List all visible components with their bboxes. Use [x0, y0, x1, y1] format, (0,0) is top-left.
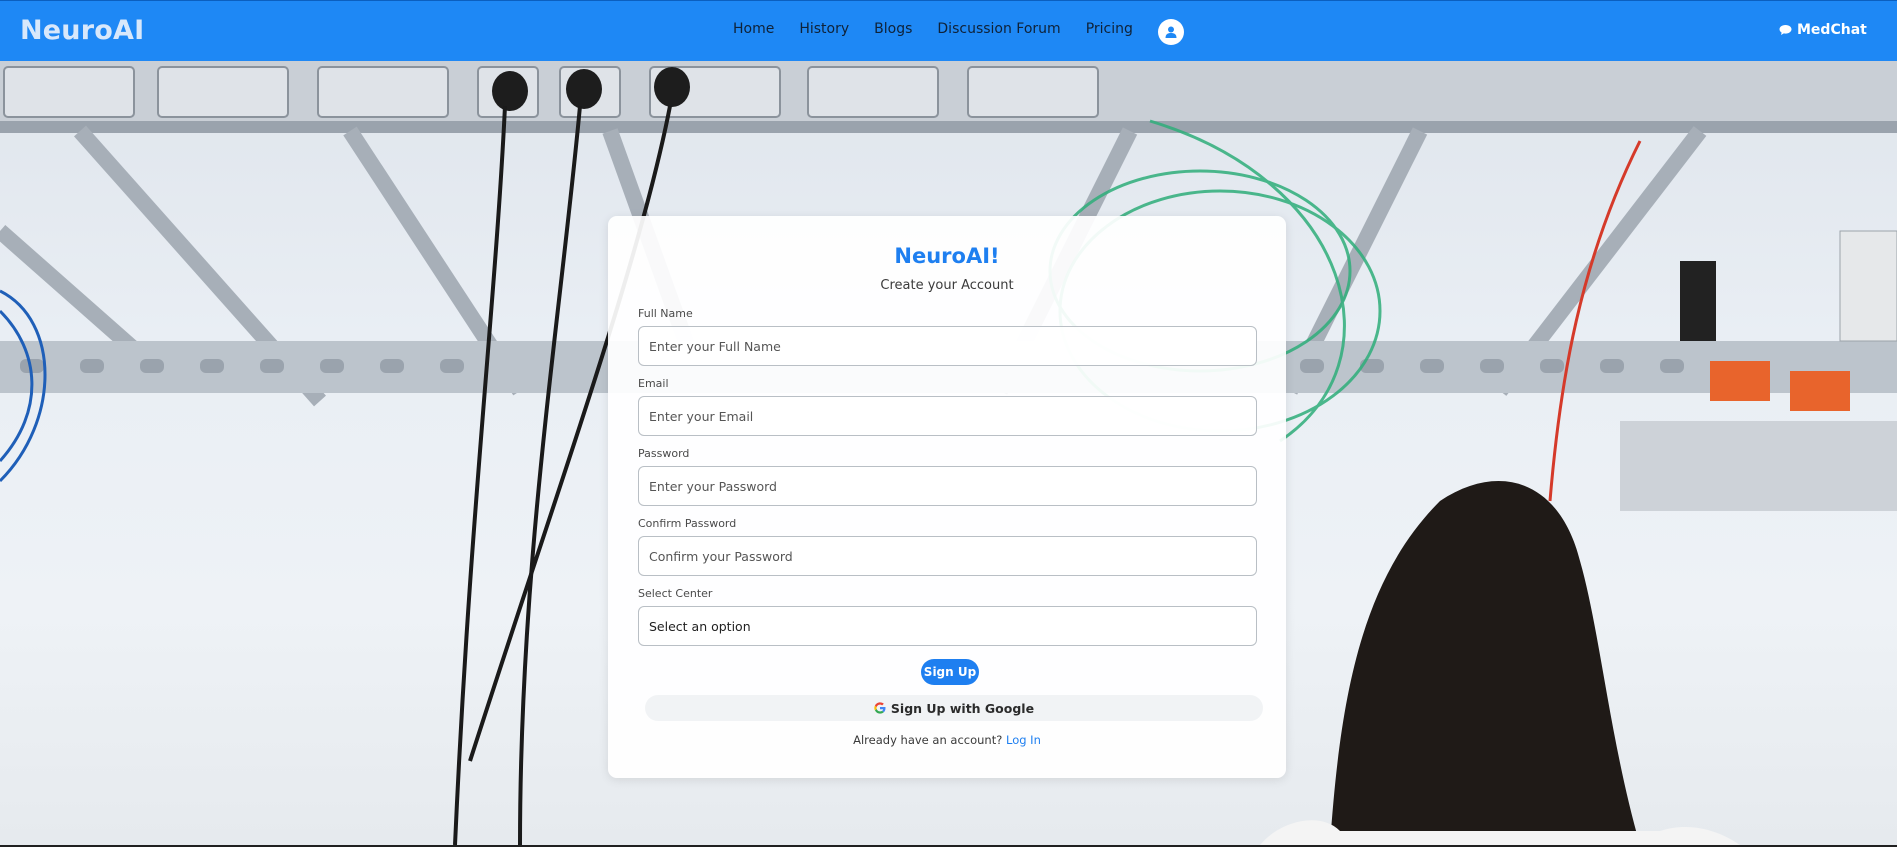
top-navbar: NeuroAI Home History Blogs Discussion Fo… [0, 0, 1897, 61]
form-title: NeuroAI! [894, 244, 1000, 268]
nav-link-history[interactable]: History [799, 21, 849, 37]
chat-bubble-icon [1779, 25, 1792, 35]
form-subtitle: Create your Account [880, 278, 1014, 293]
select-center-value: Select an option [649, 619, 751, 634]
nav-link-pricing[interactable]: Pricing [1086, 21, 1133, 37]
signup-card: NeuroAI! Create your Account Full Name E… [608, 216, 1286, 778]
user-avatar-icon[interactable] [1158, 19, 1184, 45]
brand-logo[interactable]: NeuroAI [20, 15, 144, 46]
google-sign-up-button[interactable]: Sign Up with Google [645, 695, 1263, 721]
login-prompt-text: Already have an account? [853, 733, 1003, 747]
nav-links: Home History Blogs Discussion Forum Pric… [733, 21, 1158, 37]
password-label: Password [638, 447, 690, 460]
medchat-button[interactable]: MedChat [1779, 22, 1867, 38]
full-name-label: Full Name [638, 307, 693, 320]
nav-link-home[interactable]: Home [733, 21, 774, 37]
select-center-label: Select Center [638, 587, 713, 600]
google-sign-up-label: Sign Up with Google [890, 700, 1035, 716]
nav-link-blogs[interactable]: Blogs [874, 21, 912, 37]
confirm-password-label: Confirm Password [638, 517, 737, 530]
select-center-dropdown[interactable]: Select an option [638, 606, 1257, 646]
google-logo-icon [874, 702, 886, 714]
email-input[interactable] [638, 396, 1257, 436]
password-input[interactable] [638, 466, 1257, 506]
login-link[interactable]: Log In [1006, 733, 1041, 747]
nav-link-discussion-forum[interactable]: Discussion Forum [937, 21, 1060, 37]
email-label: Email [638, 377, 669, 390]
login-prompt-line: Already have an account? Log In [608, 733, 1286, 747]
full-name-input[interactable] [638, 326, 1257, 366]
confirm-password-input[interactable] [638, 536, 1257, 576]
sign-up-button[interactable]: Sign Up [921, 659, 979, 685]
medchat-label: MedChat [1797, 22, 1867, 38]
